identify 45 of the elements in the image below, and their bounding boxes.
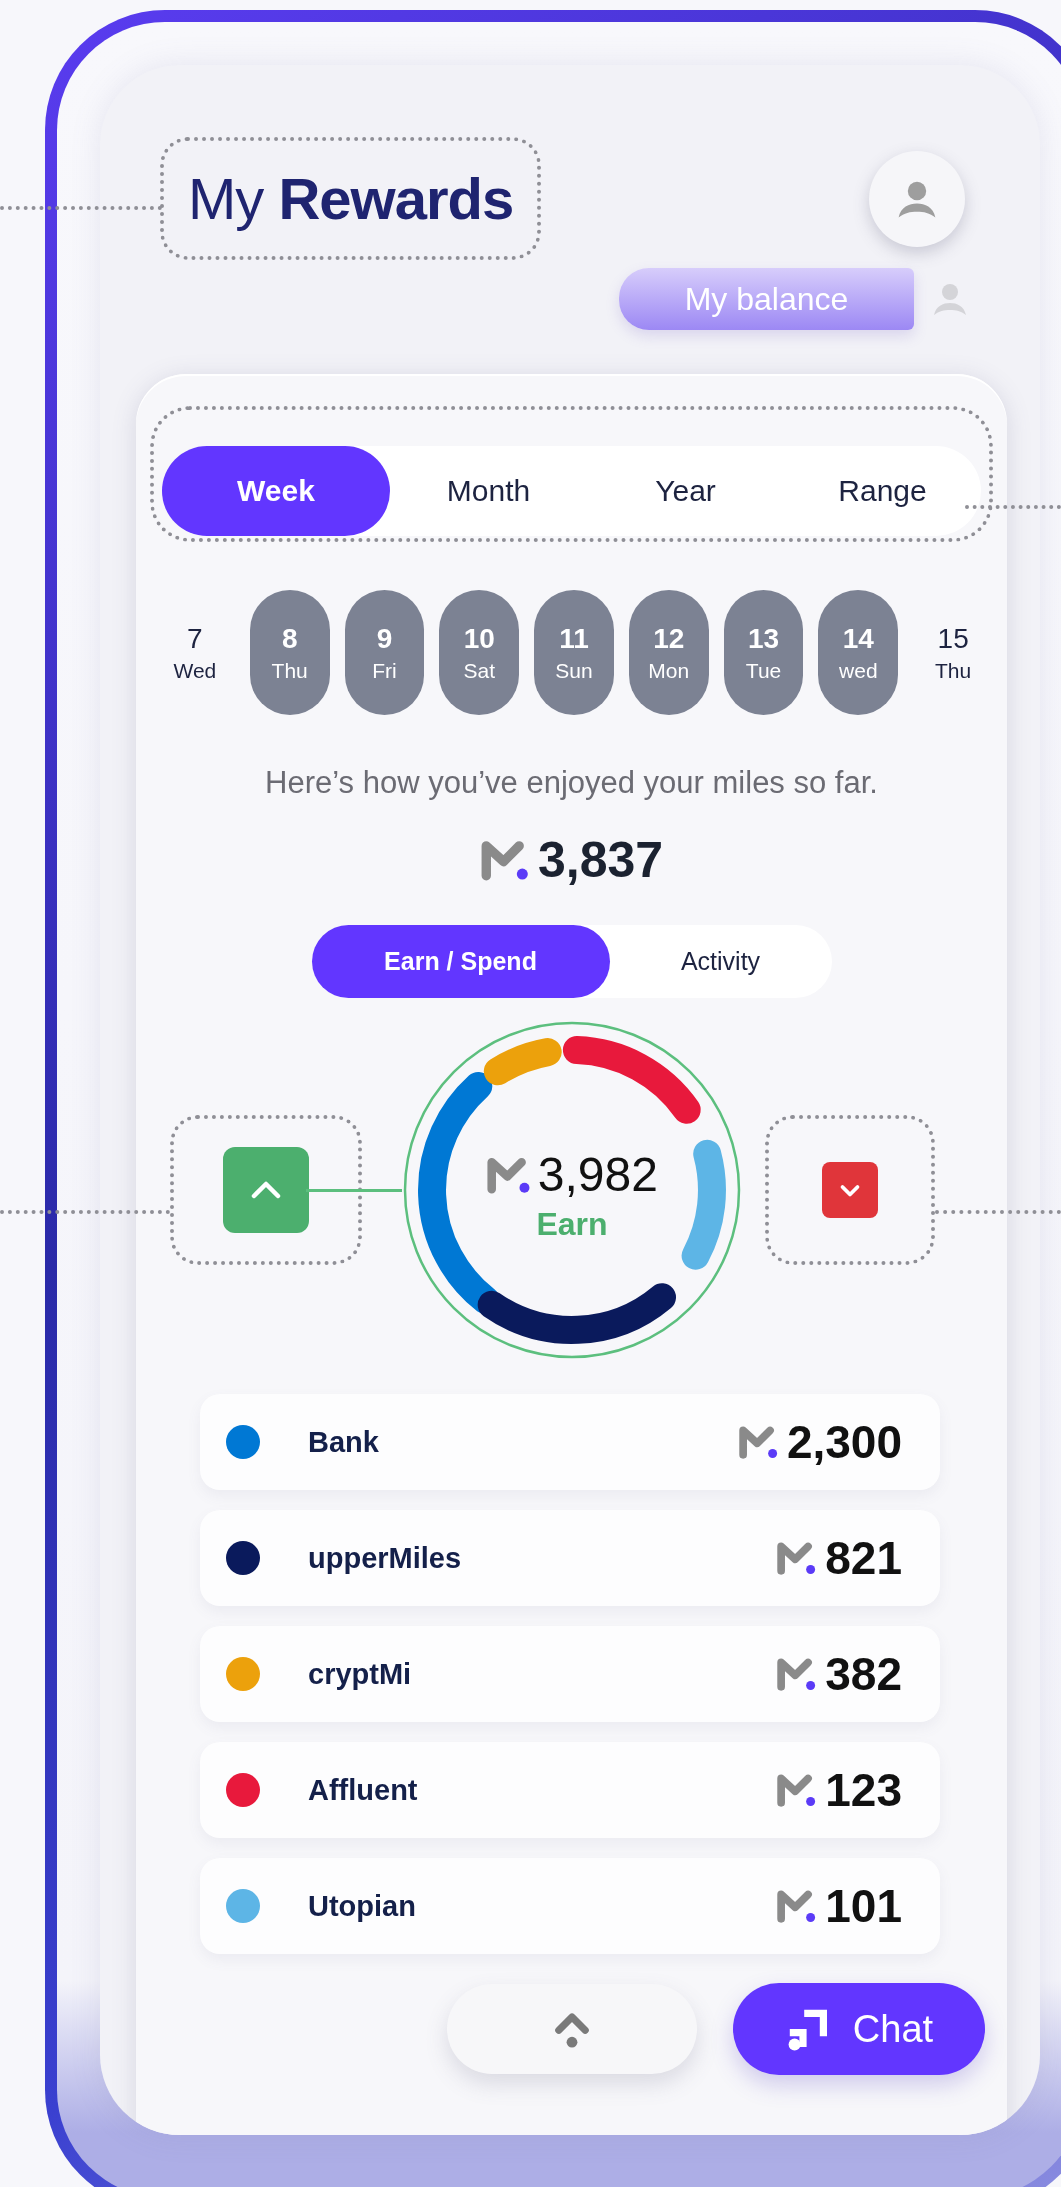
day-chip[interactable]: 12 Mon (628, 590, 709, 716)
day-chip[interactable]: 9 Fri (344, 590, 425, 716)
period-tab[interactable]: Week (162, 446, 390, 537)
day-chip[interactable]: 14 wed (818, 590, 899, 716)
chat-button[interactable]: Chat (733, 1983, 985, 2075)
miles-logo-icon (479, 838, 530, 883)
source-amount: 2,300 (786, 1415, 902, 1470)
source-row[interactable]: Utopian 101 (200, 1858, 940, 1955)
miles-logo-icon (776, 1772, 818, 1809)
summary-text: Here’s how you’ve enjoyed your miles so far. (264, 765, 879, 802)
day-chip[interactable]: 11 Sun (534, 590, 614, 716)
source-amount: 101 (825, 1879, 902, 1934)
miles-logo-icon (737, 1424, 779, 1461)
period-tab[interactable]: Month (390, 446, 587, 537)
day-chip[interactable]: 10 Sat (439, 590, 520, 716)
spend-button[interactable] (822, 1162, 878, 1219)
source-amount: 382 (825, 1647, 902, 1702)
day-chip[interactable]: 15 Thu (913, 590, 994, 716)
miles-logo-icon (776, 1656, 818, 1693)
source-name: Affluent (308, 1773, 419, 1807)
source-name: cryptMi (308, 1657, 413, 1691)
earn-button[interactable] (223, 1147, 309, 1234)
source-amount: 821 (825, 1531, 902, 1586)
day-chip[interactable]: 7 Wed (155, 590, 235, 716)
source-row[interactable]: upperMiles 821 (200, 1510, 940, 1607)
miles-logo-icon (776, 1540, 818, 1577)
total-miles: 3,837 (538, 831, 664, 890)
source-name: Utopian (308, 1889, 417, 1923)
source-row[interactable]: Bank 2,300 (200, 1394, 940, 1491)
profile-avatar[interactable] (869, 150, 965, 247)
day-chip[interactable]: 13 Tue (723, 590, 804, 716)
view-tab[interactable]: Earn / Spend (311, 925, 610, 999)
source-name: Bank (308, 1425, 380, 1459)
period-tab[interactable]: Range (784, 446, 981, 537)
source-row[interactable]: cryptMi 382 (200, 1626, 940, 1723)
day-chip[interactable]: 8 Thu (249, 590, 330, 716)
source-amount: 123 (825, 1763, 902, 1818)
page-title: My Rewards (188, 165, 514, 233)
period-tab[interactable]: Year (587, 446, 784, 537)
source-row[interactable]: Affluent 123 (200, 1742, 940, 1839)
miles-logo-icon (776, 1888, 818, 1925)
earn-amount: 3,982 (537, 1147, 658, 1203)
view-tab[interactable]: Activity (609, 925, 832, 999)
earn-label: Earn (536, 1206, 608, 1244)
source-name: upperMiles (308, 1541, 463, 1575)
